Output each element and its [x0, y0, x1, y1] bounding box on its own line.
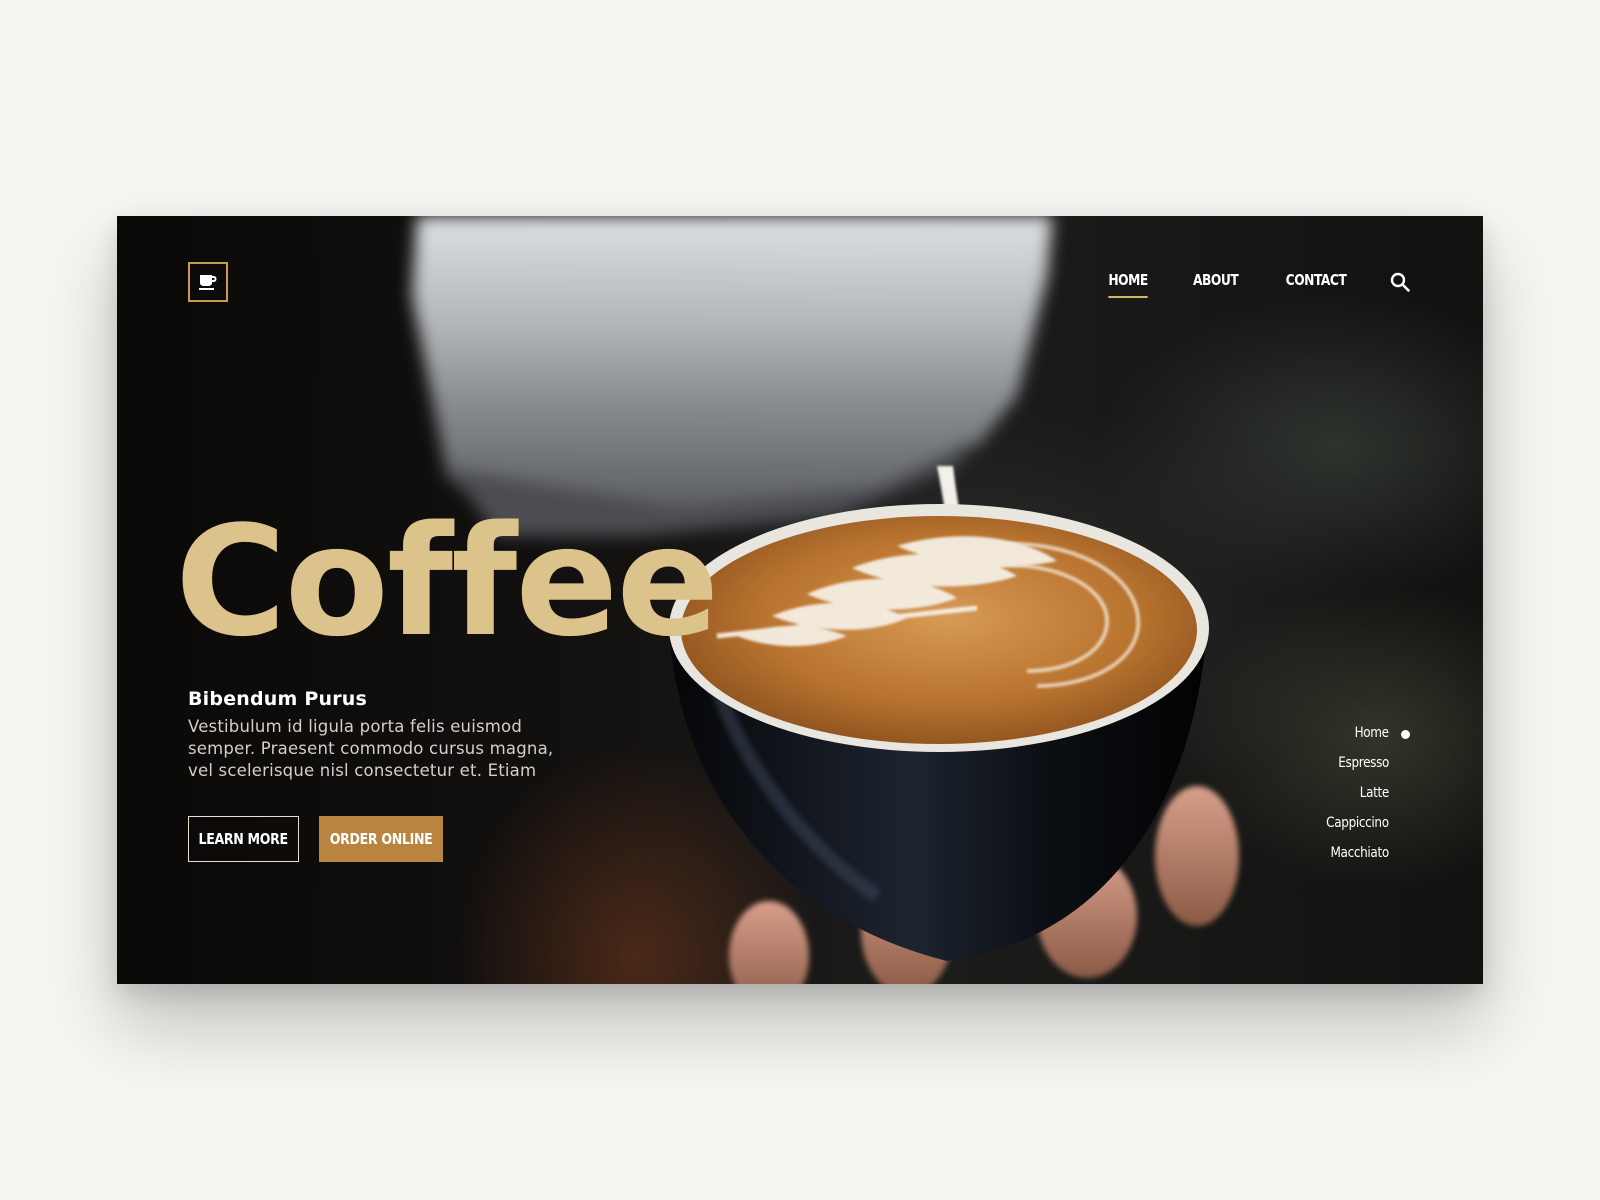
side-item-label: Cappiccino [1326, 815, 1389, 831]
side-item-label: Macchiato [1330, 845, 1390, 861]
side-item-label: Latte [1359, 785, 1390, 801]
side-item-espresso[interactable]: Espresso [1316, 754, 1389, 784]
active-indicator-dot [1401, 730, 1410, 739]
side-item-cappiccino[interactable]: Cappiccino [1316, 814, 1389, 844]
nav-contact[interactable]: CONTACT [1286, 271, 1347, 289]
learn-more-label: LEARN MORE [198, 830, 289, 848]
learn-more-button[interactable]: LEARN MORE [188, 816, 299, 862]
nav-about[interactable]: ABOUT [1193, 271, 1239, 289]
side-menu: Home Espresso Latte Cappiccino Macchiato [1316, 724, 1389, 874]
coffee-cup-icon [199, 275, 217, 290]
nav-home[interactable]: HOME [1107, 271, 1148, 298]
main-nav: HOME ABOUT CONTACT [1104, 271, 1353, 298]
brand-logo[interactable] [188, 262, 228, 302]
side-item-label: Espresso [1338, 755, 1389, 771]
side-item-macchiato[interactable]: Macchiato [1316, 844, 1390, 874]
order-online-label: ORDER ONLINE [329, 830, 433, 848]
search-icon[interactable] [1389, 271, 1411, 293]
hero-subtitle: Bibendum Purus [188, 688, 368, 710]
order-online-button[interactable]: ORDER ONLINE [319, 816, 443, 862]
side-item-latte[interactable]: Latte [1316, 784, 1390, 814]
hero-description: Vestibulum id ligula porta felis euismod… [188, 717, 554, 780]
hero-title: Coffee [175, 493, 719, 670]
side-item-home[interactable]: Home [1316, 724, 1390, 754]
hero-card: HOME ABOUT CONTACT Coffee Bibendum Purus… [117, 216, 1483, 984]
side-item-label: Home [1354, 725, 1390, 741]
